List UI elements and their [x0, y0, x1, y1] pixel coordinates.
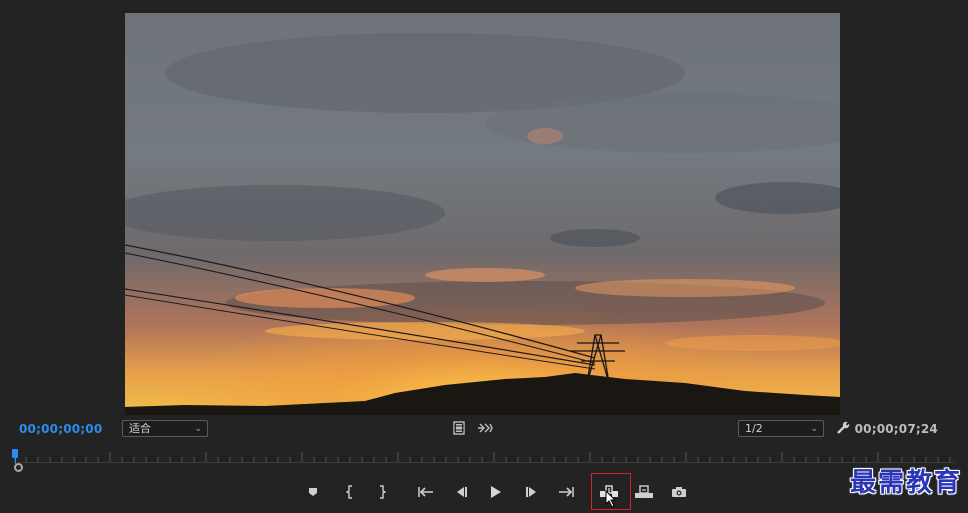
go-to-in-icon[interactable]: [416, 482, 436, 502]
program-monitor: 00;00;00;00 适合 ⌄ 1/2 ⌄ 00;00;07;24 最需教育: [0, 0, 968, 513]
overwrite-icon[interactable]: [633, 482, 655, 502]
insert-button-highlight: [591, 473, 631, 510]
step-forward-icon[interactable]: [523, 482, 541, 502]
sunset-frame: [125, 13, 840, 415]
wrench-settings-icon[interactable]: [835, 420, 851, 436]
add-marker-icon[interactable]: [305, 482, 321, 502]
go-to-out-icon[interactable]: [556, 482, 576, 502]
step-back-icon[interactable]: [452, 482, 470, 502]
zoom-scroll-handle[interactable]: [14, 463, 23, 472]
fit-zoom-dropdown[interactable]: 适合 ⌄: [122, 420, 208, 437]
duration-timecode: 00;00;07;24: [854, 422, 938, 436]
safe-margins-icon[interactable]: [452, 421, 466, 435]
fast-forward-multi-icon[interactable]: [476, 421, 494, 435]
ruler-ticks: [14, 452, 951, 462]
chevron-down-icon: ⌄: [194, 424, 202, 434]
time-ruler[interactable]: [14, 448, 954, 472]
video-preview[interactable]: [125, 13, 840, 415]
play-icon[interactable]: [487, 482, 505, 502]
current-timecode[interactable]: 00;00;00;00: [19, 422, 102, 436]
fit-zoom-value: 适合: [129, 422, 151, 435]
ruler-track: [14, 462, 954, 463]
mark-out-icon[interactable]: [374, 482, 390, 502]
export-frame-icon[interactable]: [670, 482, 688, 502]
mark-in-icon[interactable]: [342, 482, 358, 502]
chevron-down-icon: ⌄: [810, 424, 818, 434]
playback-resolution-dropdown[interactable]: 1/2 ⌄: [738, 420, 824, 437]
watermark-logo: 最需教育: [849, 468, 962, 498]
playback-resolution-value: 1/2: [745, 422, 763, 435]
